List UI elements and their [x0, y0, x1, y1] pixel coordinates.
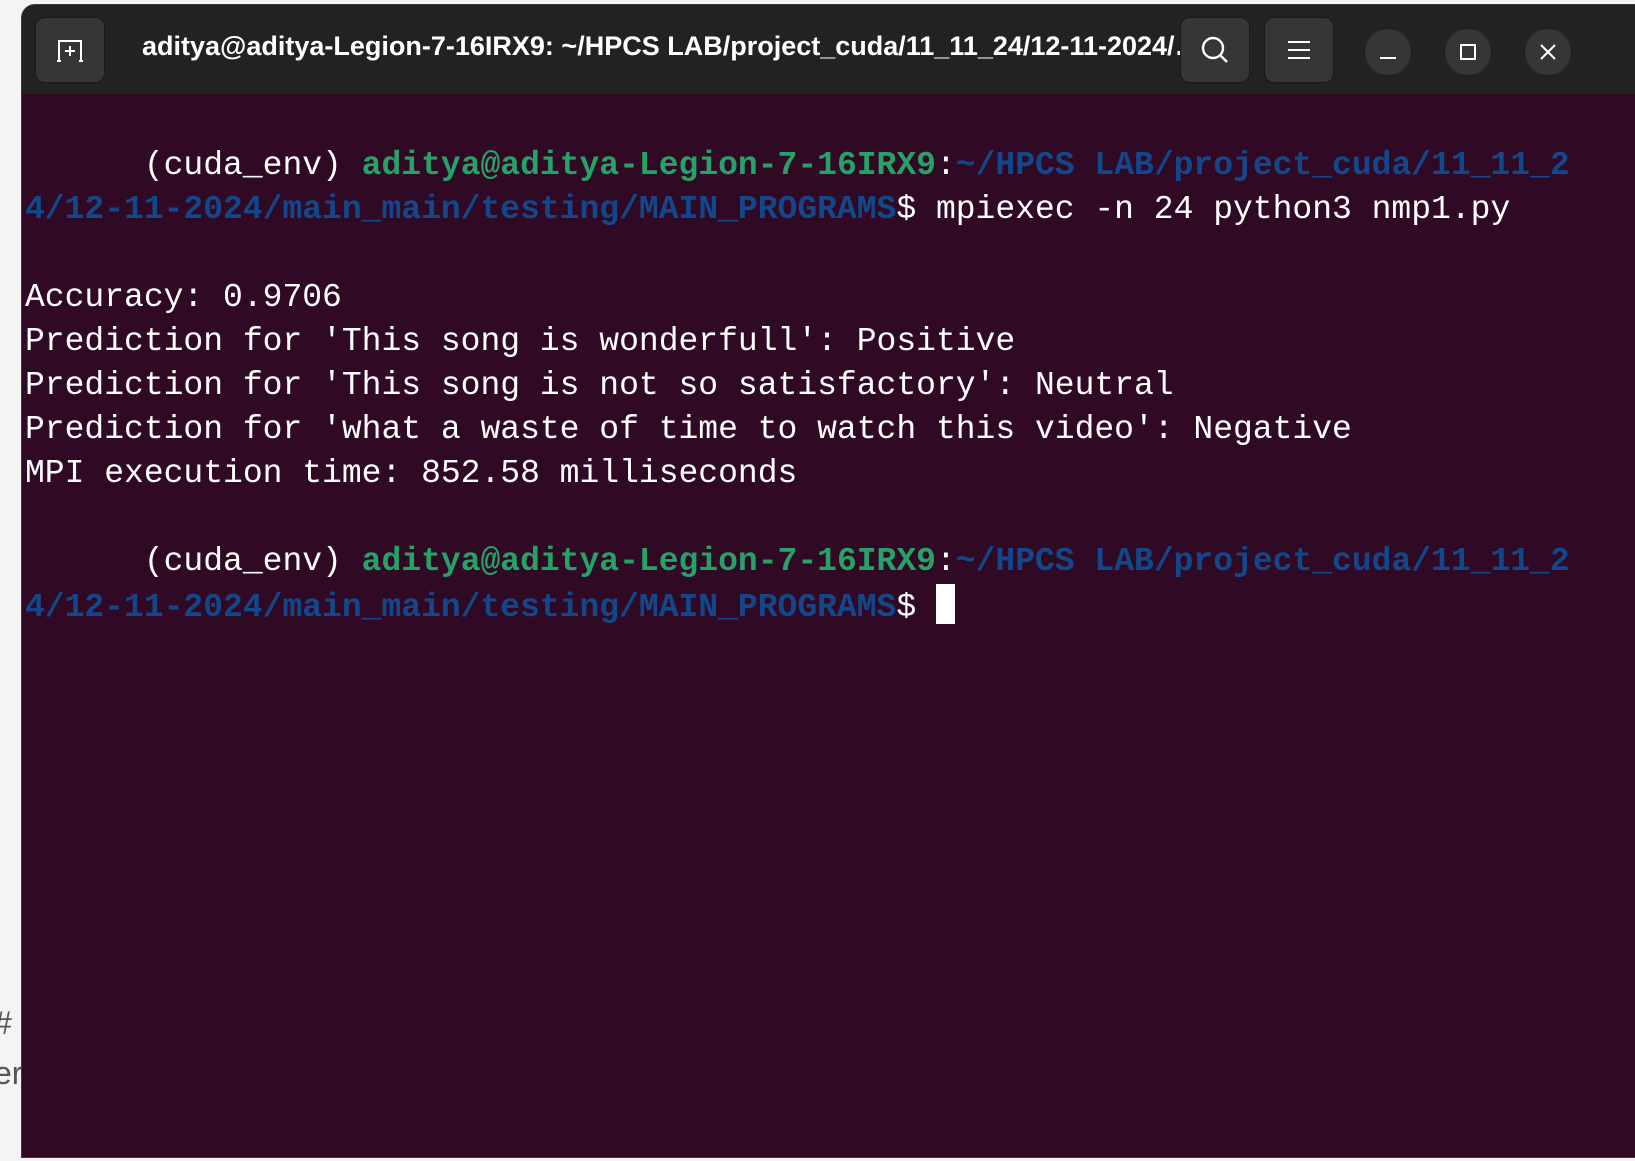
terminal-content[interactable]: (cuda_env) aditya@aditya-Legion-7-16IRX9…	[22, 94, 1635, 1157]
command-line: (cuda_env) aditya@aditya-Legion-7-16IRX9…	[25, 100, 1609, 276]
window-title: aditya@aditya-Legion-7-16IRX9: ~/HPCS LA…	[142, 31, 1202, 61]
menu-button[interactable]	[1264, 17, 1334, 83]
minimize-icon	[1380, 57, 1396, 59]
prompt-env: (cuda_env)	[143, 147, 362, 184]
current-prompt-line: (cuda_env) aditya@aditya-Legion-7-16IRX9…	[25, 496, 1609, 674]
output-line: Prediction for 'This song is wonderfull'…	[25, 323, 1016, 360]
maximize-icon	[1460, 44, 1476, 60]
prompt-colon: :	[935, 543, 956, 580]
text-cursor	[935, 584, 955, 624]
background-text-hash: #	[0, 1005, 12, 1042]
prompt-colon: :	[935, 147, 956, 184]
search-button[interactable]	[1180, 17, 1250, 83]
prompt-userhost: aditya@aditya-Legion-7-16IRX9	[361, 543, 936, 580]
maximize-button[interactable]	[1445, 29, 1491, 75]
close-icon	[1540, 44, 1556, 60]
prompt-userhost: aditya@aditya-Legion-7-16IRX9	[361, 147, 936, 184]
output-line: Accuracy: 0.9706	[25, 279, 342, 316]
output-line: Prediction for 'what a waste of time to …	[25, 411, 1352, 448]
output-line: Prediction for 'This song is not so sati…	[25, 367, 1174, 404]
terminal-window: aditya@aditya-Legion-7-16IRX9: ~/HPCS LA…	[21, 4, 1635, 1158]
background-text-fragment: er	[0, 1055, 23, 1091]
new-tab-icon	[57, 40, 83, 62]
hamburger-menu-icon	[1288, 41, 1310, 59]
minimize-button[interactable]	[1365, 29, 1411, 75]
prompt-env: (cuda_env)	[143, 543, 362, 580]
command-text: mpiexec -n 24 python3 nmp1.py	[935, 191, 1511, 228]
search-icon	[1201, 36, 1228, 63]
close-button[interactable]	[1525, 29, 1571, 75]
output-line: MPI execution time: 852.58 milliseconds	[25, 455, 798, 492]
titlebar: aditya@aditya-Legion-7-16IRX9: ~/HPCS LA…	[22, 5, 1635, 94]
new-tab-button[interactable]	[35, 17, 105, 83]
prompt-dollar: $	[896, 191, 936, 228]
prompt-dollar: $	[896, 589, 936, 626]
